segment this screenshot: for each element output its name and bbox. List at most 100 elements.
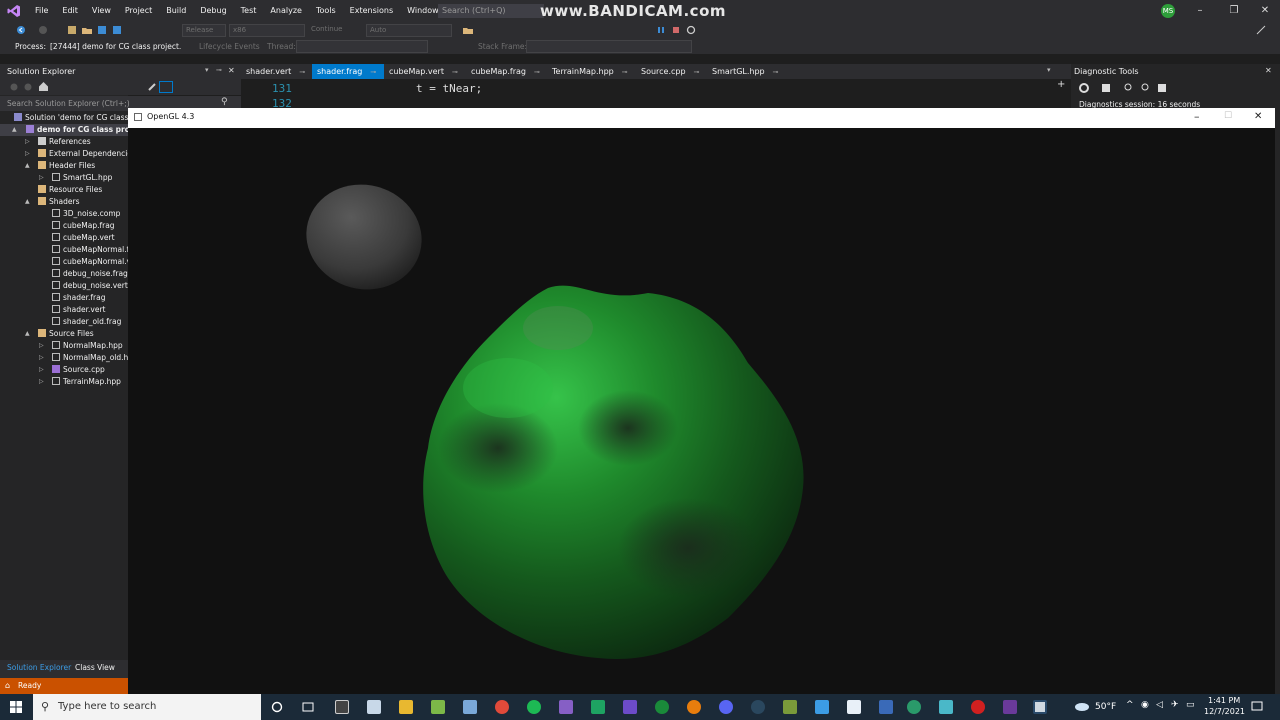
pin-icon[interactable]: ⊸ bbox=[773, 68, 779, 76]
expand-icon[interactable]: ▷ bbox=[39, 172, 44, 184]
app-icon[interactable] bbox=[623, 700, 637, 714]
app-icon[interactable] bbox=[939, 700, 953, 714]
preview-toggle-button[interactable] bbox=[159, 81, 173, 93]
app-icon[interactable] bbox=[907, 700, 921, 714]
save-icon[interactable] bbox=[97, 25, 107, 35]
weather-text[interactable]: 50°F bbox=[1095, 702, 1116, 712]
chevron-up-icon[interactable]: ^ bbox=[1126, 700, 1134, 710]
app-icon[interactable] bbox=[463, 700, 477, 714]
close-panel-icon[interactable]: ✕ bbox=[228, 66, 235, 75]
vs-search-input[interactable]: Search (Ctrl+Q) bbox=[438, 4, 544, 18]
file-explorer-icon[interactable] bbox=[399, 700, 413, 714]
pin-icon[interactable]: ⊸ bbox=[694, 68, 700, 76]
bandicam-icon[interactable] bbox=[971, 700, 985, 714]
tree-item[interactable]: ▲ Source Files bbox=[25, 328, 94, 340]
app-icon[interactable] bbox=[847, 700, 861, 714]
spotify-icon[interactable] bbox=[527, 700, 541, 714]
app-icon[interactable] bbox=[591, 700, 605, 714]
tree-item[interactable]: Resource Files bbox=[38, 184, 102, 196]
tree-item[interactable]: shader.vert bbox=[52, 304, 106, 316]
menu-test[interactable]: Test bbox=[234, 0, 264, 22]
tree-item[interactable]: ▷ References bbox=[25, 136, 91, 148]
visual-studio-icon[interactable] bbox=[559, 700, 573, 714]
restore-button[interactable]: ❐ bbox=[1223, 0, 1245, 22]
collapse-icon[interactable]: ▲ bbox=[25, 328, 30, 340]
terminal-icon[interactable] bbox=[335, 700, 349, 714]
process-select[interactable]: [27444] demo for CG class project. bbox=[50, 42, 181, 51]
tree-item[interactable]: ▲ Shaders bbox=[25, 196, 79, 208]
menu-debug[interactable]: Debug bbox=[193, 0, 233, 22]
minimize-button[interactable]: – bbox=[1194, 110, 1200, 123]
properties-icon[interactable] bbox=[148, 82, 157, 91]
clock-date[interactable]: 12/7/2021 bbox=[1204, 707, 1245, 716]
editor-tab[interactable]: shader.vert ⊸ bbox=[241, 64, 311, 79]
collapse-icon[interactable]: ▲ bbox=[25, 196, 30, 208]
editor-tab[interactable]: cubeMap.frag ⊸ bbox=[466, 64, 546, 79]
collapse-icon[interactable]: ▲ bbox=[25, 160, 30, 172]
save-all-icon[interactable] bbox=[112, 25, 122, 35]
chrome-icon[interactable] bbox=[495, 700, 509, 714]
editor-tab[interactable]: shader.frag⊸ ✕ bbox=[312, 64, 384, 92]
tree-item[interactable]: shader.frag bbox=[52, 292, 106, 304]
opengl-title-bar[interactable]: OpenGL 4.3 – ☐ ✕ bbox=[128, 108, 1275, 128]
tree-item[interactable]: ▷ NormalMap_old.h bbox=[39, 352, 128, 364]
minecraft-icon[interactable] bbox=[783, 700, 797, 714]
tree-item[interactable]: shader_old.frag bbox=[52, 316, 121, 328]
tree-item[interactable]: ▷ NormalMap.hpp bbox=[39, 340, 123, 352]
settings-icon[interactable] bbox=[1079, 83, 1089, 93]
opengl-render-canvas[interactable] bbox=[128, 128, 1275, 694]
clock-time[interactable]: 1:41 PM bbox=[1208, 696, 1240, 705]
pin-icon[interactable]: ⊸ bbox=[622, 68, 628, 76]
tree-item[interactable]: cubeMap.frag bbox=[52, 220, 115, 232]
steam-icon[interactable] bbox=[751, 700, 765, 714]
pin-icon[interactable]: ⊸ bbox=[216, 66, 222, 74]
configuration-select[interactable]: Release bbox=[182, 24, 226, 37]
tab-solution-explorer[interactable]: Solution Explorer bbox=[7, 663, 71, 672]
opengl-taskbar-icon[interactable] bbox=[1033, 700, 1047, 714]
zoom-in-icon[interactable] bbox=[1124, 83, 1134, 93]
pin-icon[interactable]: ⊸ bbox=[299, 68, 305, 76]
pin-icon[interactable]: ⊸ bbox=[534, 68, 540, 76]
tree-item[interactable]: ▷ Source.cpp bbox=[39, 364, 105, 376]
menu-view[interactable]: View bbox=[85, 0, 118, 22]
menu-extensions[interactable]: Extensions bbox=[343, 0, 400, 22]
app-icon[interactable] bbox=[1003, 700, 1017, 714]
volume-icon[interactable]: ◁ bbox=[1156, 700, 1163, 710]
auto-select[interactable]: Auto bbox=[366, 24, 452, 37]
tab-dropdown-icon[interactable]: ▾ bbox=[1047, 66, 1051, 74]
network-icon[interactable]: ✈ bbox=[1171, 700, 1179, 710]
editor-tab[interactable]: cubeMap.vert ⊸ bbox=[384, 64, 464, 79]
close-button[interactable]: ✕ bbox=[1254, 0, 1276, 22]
notifications-icon[interactable] bbox=[1251, 701, 1263, 713]
app-icon[interactable] bbox=[879, 700, 893, 714]
expand-icon[interactable]: ▷ bbox=[39, 364, 44, 376]
tree-item[interactable]: ▲ demo for CG class proje bbox=[0, 124, 138, 136]
close-panel-icon[interactable]: ✕ bbox=[1265, 66, 1272, 75]
stack-frame-select[interactable] bbox=[526, 40, 692, 53]
new-project-icon[interactable] bbox=[67, 25, 77, 35]
tray-icon[interactable]: ◉ bbox=[1141, 700, 1149, 710]
thread-select[interactable] bbox=[296, 40, 428, 53]
menu-build[interactable]: Build bbox=[159, 0, 193, 22]
tree-item[interactable]: ▷ External Dependencie bbox=[25, 148, 132, 160]
forward-icon[interactable] bbox=[24, 83, 32, 91]
avatar[interactable]: MS bbox=[1161, 4, 1175, 18]
expand-icon[interactable]: ▷ bbox=[39, 352, 44, 364]
folder-icon[interactable] bbox=[463, 25, 473, 35]
notepad-icon[interactable] bbox=[431, 700, 445, 714]
split-editor-icon[interactable]: + bbox=[1057, 79, 1065, 90]
tree-item[interactable]: cubeMap.vert bbox=[52, 232, 115, 244]
menu-tools[interactable]: Tools bbox=[309, 0, 343, 22]
tree-item[interactable]: debug_noise.frag bbox=[52, 268, 128, 280]
menu-analyze[interactable]: Analyze bbox=[263, 0, 309, 22]
forward-icon[interactable] bbox=[38, 25, 48, 35]
tab-class-view[interactable]: Class View bbox=[75, 663, 115, 672]
live-share-icon[interactable] bbox=[1256, 25, 1266, 35]
lifecycle-events-button[interactable]: Lifecycle Events bbox=[199, 42, 260, 51]
editor-tab[interactable]: Source.cpp ⊸ bbox=[636, 64, 706, 79]
tree-item[interactable]: Solution 'demo for CG class bbox=[14, 112, 128, 124]
app-icon[interactable] bbox=[367, 700, 381, 714]
collapse-icon[interactable]: ▲ bbox=[12, 124, 17, 136]
discord-icon[interactable] bbox=[719, 700, 733, 714]
zoom-out-icon[interactable] bbox=[1141, 83, 1151, 93]
